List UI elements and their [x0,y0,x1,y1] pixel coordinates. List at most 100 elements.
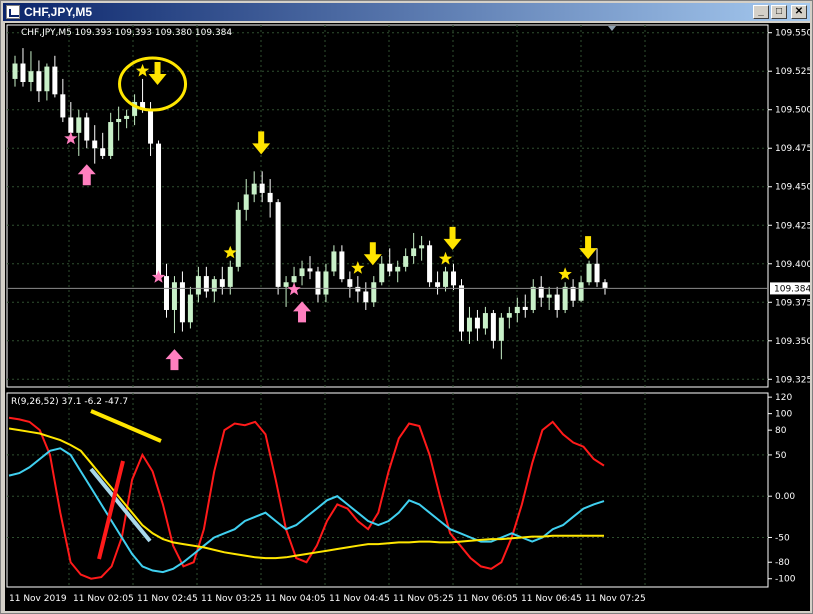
price-tick-label: 109.325 [775,375,810,385]
price-tick-label: 109.475 [775,144,810,154]
price-pane-header: CHF,JPY,M5 109.393 109.393 109.380 109.3… [21,28,233,38]
candle-body [594,263,600,283]
time-axis-label: 11 Nov 06:05 [457,594,518,604]
candle-body [443,271,449,287]
price-tick-label: 109.425 [775,221,810,231]
window-title: CHF,JPY,M5 [24,5,93,19]
time-axis-label: 11 Nov 04:05 [265,594,326,604]
candle-body [554,294,560,310]
candle-body [339,251,345,280]
candle-body [371,282,377,303]
candle-body [490,313,496,341]
price-tick-label: 109.450 [775,183,810,193]
candle-body [363,291,369,303]
time-axis-label: 11 Nov 07:25 [585,594,646,604]
price-tick-label: 109.500 [775,106,810,116]
candle-body [211,279,217,292]
candle-body [92,140,98,149]
candle-body [235,209,241,267]
candle-body [578,282,584,301]
candle-body [52,66,58,95]
candle-body [148,109,154,144]
candle-body [251,183,257,195]
indicator-tick-label: 100 [775,410,792,420]
candle-body [411,248,417,257]
candle-body [195,276,201,295]
price-tick-label: 109.400 [775,260,810,270]
candle-body [419,245,425,249]
candle-body [451,271,457,286]
chart-window-icon [6,5,20,19]
price-tick-label: 109.375 [775,298,810,308]
candle-body [20,63,26,82]
candle-body [163,276,169,310]
candle-body [12,63,18,79]
chart-canvas[interactable]: 109.550 109.525 109.500 109.475 109.450 109.4… [5,23,810,611]
candle-body [28,71,34,82]
candle-body [435,282,441,287]
time-axis-label: 11 Nov 05:25 [393,594,454,604]
candle-body [275,202,281,287]
candle-body [323,271,329,295]
indicator-tick-label: 80 [775,426,787,436]
candle-body [586,263,592,283]
chart-window: CHF,JPY,M5 _ □ ✕ 109.550 109.525 109.500 10… [0,0,813,614]
indicator-pane-header: R(9,26,52) 37.1 -6.2 -47.7 [11,397,129,407]
indicator-tick-label: -80 [775,558,790,568]
price-tick-label: 109.350 [775,337,810,347]
price-tick-label: 109.525 [775,67,810,77]
indicator-tick-label: 120 [775,393,792,403]
candle-body [84,117,90,141]
candle-body [482,313,488,329]
chart-background [5,23,810,611]
price-tick-label: 109.550 [775,29,810,39]
indicator-tick-label: -100 [775,575,796,585]
current-price-label: 109.384 [774,284,810,294]
candle-body [100,148,106,156]
indicator-tick-label: 0.00 [775,492,795,502]
candle-body [243,194,249,210]
candle-body [331,251,337,272]
time-axis-label: 11 Nov 02:45 [137,594,198,604]
candle-body [570,286,576,301]
indicator-tick-label: -50 [775,533,790,543]
candle-body [506,313,512,318]
candle-body [355,286,361,292]
candle-body [315,271,321,295]
candle-body [267,192,273,203]
candle-body [283,282,289,287]
time-axis-label: 11 Nov 03:25 [201,594,262,604]
candle-body [187,294,193,323]
title-bar[interactable]: CHF,JPY,M5 _ □ ✕ [3,3,810,21]
candle-body [395,266,401,272]
candle-body [36,71,42,92]
minimize-button[interactable]: _ [753,5,769,19]
candle-body [156,143,162,277]
close-button[interactable]: ✕ [791,5,807,19]
candle-body [299,268,305,277]
time-axis-label: 11 Nov 2019 [9,594,67,604]
time-axis-label: 11 Nov 06:45 [521,594,582,604]
time-axis-label: 11 Nov 02:05 [73,594,134,604]
candle-body [171,282,177,310]
candle-body [530,286,536,310]
candle-body [602,282,608,289]
candle-body [116,118,122,123]
candle-body [379,263,385,283]
maximize-button[interactable]: □ [771,5,787,19]
candle-body [522,306,528,310]
chart-area[interactable]: 109.550 109.525 109.500 109.475 109.450 109.4… [5,23,810,611]
candle-body [259,183,265,193]
indicator-tick-label: 50 [775,451,787,461]
candle-body [347,279,353,287]
candle-body [498,317,504,341]
candle-body [514,306,520,314]
candle-body [307,268,313,272]
candle-body [562,286,568,310]
candle-body [291,276,297,283]
candle-body [68,117,74,133]
candle-body [60,94,66,118]
candle-body [458,285,464,332]
candle-body [546,294,552,298]
candle-body [108,122,114,156]
